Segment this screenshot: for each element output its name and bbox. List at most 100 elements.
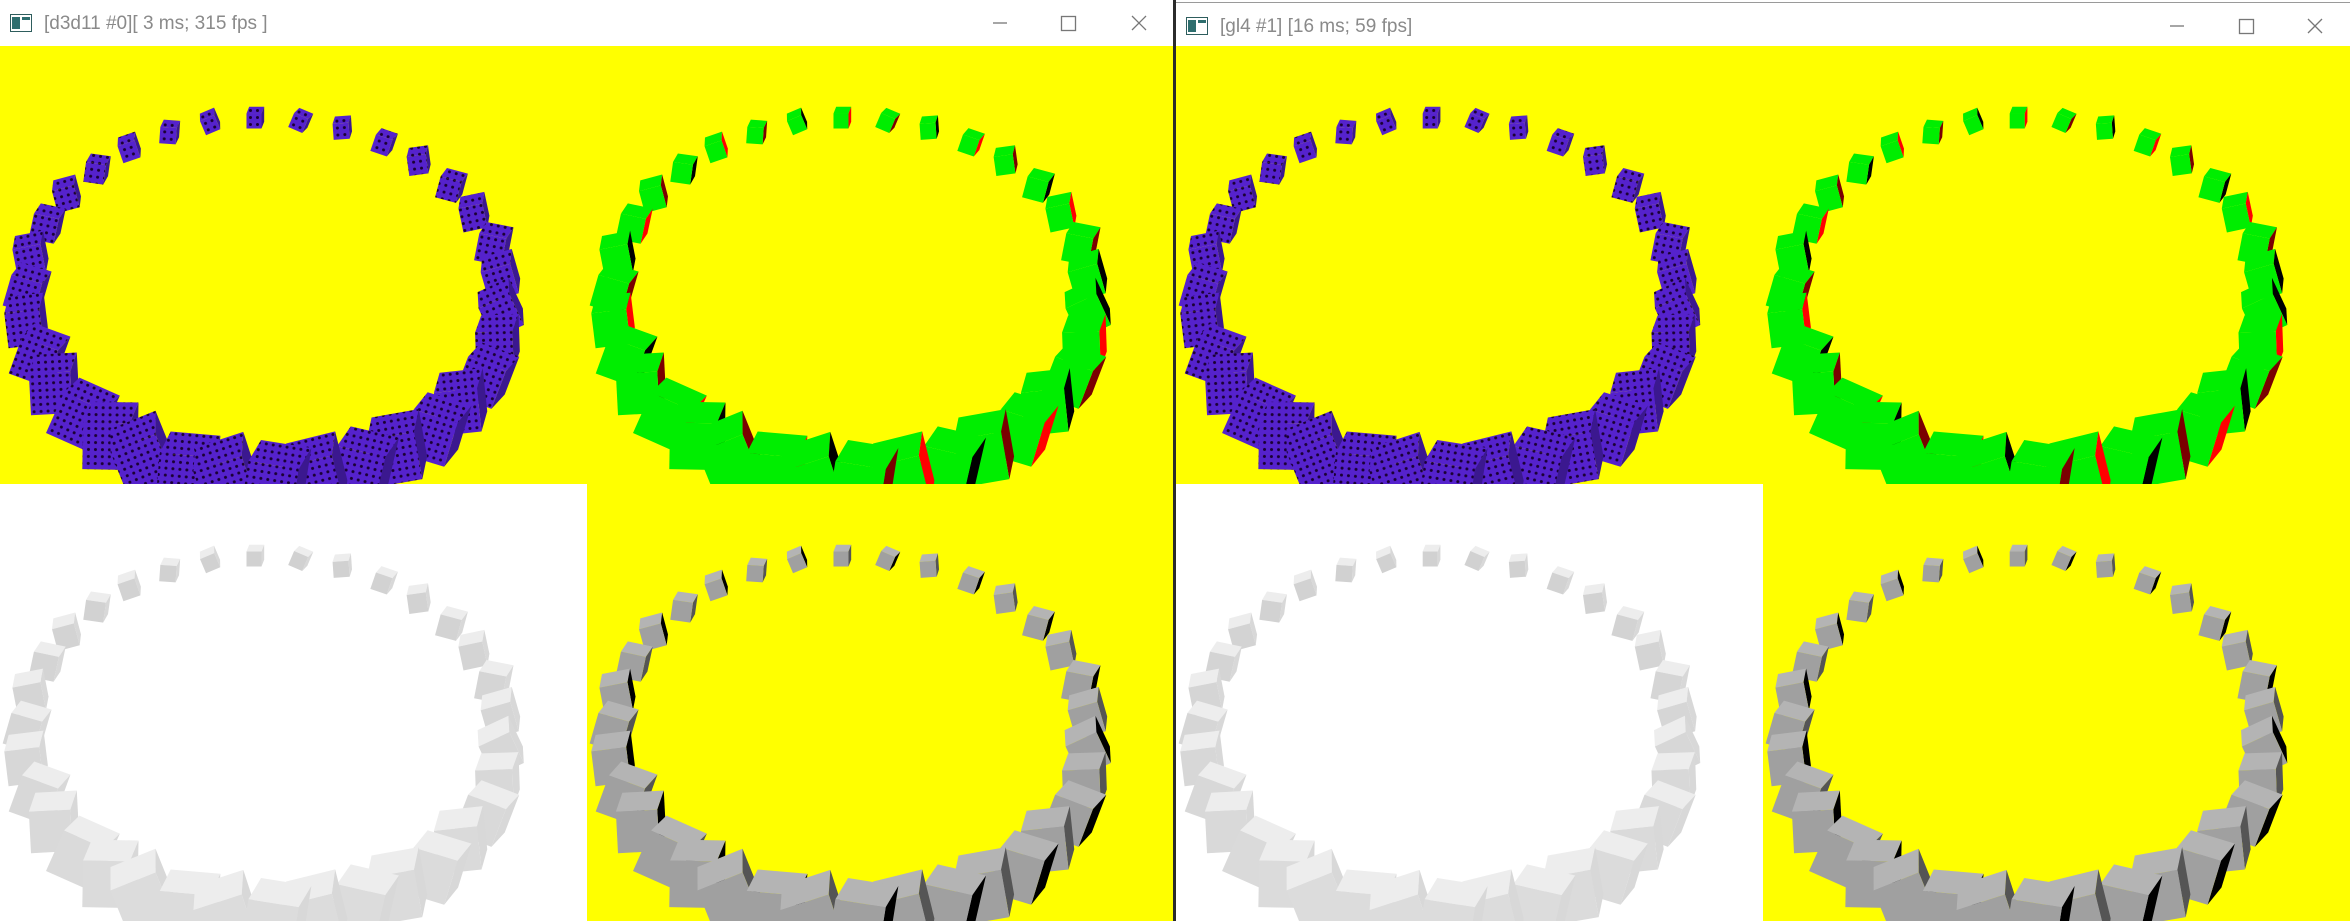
cube-mark: [1546, 565, 1575, 595]
cube-mark: [288, 107, 314, 133]
cube-mark: [832, 106, 851, 129]
window-d3d11: [d3d11 #0][ 3 ms; 315 fps ]: [0, 0, 1173, 921]
cube-mark: [1880, 131, 1904, 164]
faint-ring: [1178, 544, 1701, 921]
cube-mark: [1376, 107, 1397, 136]
cube-mark: [874, 545, 900, 571]
cube-mark: [1922, 119, 1944, 145]
cube-mark: [2009, 544, 2028, 567]
maximize-button[interactable]: [1050, 8, 1086, 38]
viewport-color-shaded: [586, 46, 1173, 484]
cube-mark: [1422, 544, 1441, 567]
close-icon: [1131, 15, 1147, 31]
cube-mark: [332, 552, 353, 578]
terminal-app-icon: [10, 14, 32, 32]
cube-mark: [1259, 153, 1287, 185]
cube-mark: [745, 557, 767, 582]
minimize-icon: [993, 22, 1007, 24]
cube-mark: [1293, 569, 1317, 601]
cube-mark: [2095, 552, 2116, 578]
textured-ring: [2, 106, 524, 484]
cube-mark: [1259, 590, 1287, 623]
viewport-gray-shaded: [586, 483, 1173, 921]
viewport-faint: [1176, 483, 1763, 921]
gray-shaded-ring: [589, 544, 1111, 921]
cube-mark: [2133, 128, 2162, 157]
cube-mark: [1922, 557, 1944, 582]
cube-mark: [1880, 569, 1904, 601]
cube-mark: [1508, 115, 1529, 140]
viewport-faint: [0, 483, 587, 921]
cube-mark: [993, 582, 1018, 614]
cube-mark: [1963, 107, 1984, 136]
cube-mark: [1846, 590, 1874, 623]
window-gl4: [gl4 #1] [16 ms; 59 fps]: [1176, 0, 2350, 921]
maximize-button[interactable]: [2228, 11, 2264, 41]
cube-mark: [1335, 557, 1357, 582]
cube-mark: [2169, 145, 2195, 177]
cube-mark: [669, 590, 698, 623]
close-button[interactable]: [1121, 8, 1157, 38]
minimize-icon: [2170, 25, 2184, 27]
cube-mark: [1546, 128, 1575, 157]
cube-mark: [1293, 131, 1317, 164]
window-title: [gl4 #1] [16 ms; 59 fps]: [1220, 16, 1413, 37]
cube-mark: [2009, 106, 2028, 129]
minimize-button[interactable]: [982, 8, 1018, 38]
color-shaded-ring: [589, 106, 1111, 484]
cube-mark: [159, 119, 181, 145]
cube-mark: [370, 565, 398, 595]
cube-mark: [117, 569, 141, 601]
viewport-color-shaded: [1763, 46, 2350, 484]
cube-mark: [956, 128, 985, 157]
cube-mark: [406, 145, 431, 177]
cube-mark: [288, 545, 314, 571]
cube-mark: [786, 107, 807, 136]
cube-mark: [832, 544, 851, 567]
cube-mark: [1376, 545, 1397, 573]
close-button[interactable]: [2297, 11, 2333, 41]
cube-mark: [199, 545, 221, 573]
cube-mark: [1582, 582, 1608, 614]
cube-mark: [2095, 115, 2116, 140]
viewport-textured: [1176, 46, 1763, 484]
cube-mark: [246, 544, 265, 567]
cube-mark: [246, 106, 265, 129]
cube-mark: [1846, 153, 1874, 185]
maximize-icon: [2238, 18, 2255, 35]
cube-mark: [919, 552, 939, 578]
cube-mark: [406, 582, 431, 614]
terminal-app-icon: [1186, 17, 1208, 35]
faint-ring: [2, 544, 524, 921]
cube-mark: [1464, 545, 1490, 571]
cube-mark: [332, 115, 353, 140]
cube-mark: [919, 115, 939, 140]
cube-mark: [83, 590, 111, 623]
cube-mark: [2051, 545, 2077, 571]
cube-mark: [745, 119, 767, 145]
cube-mark: [117, 131, 141, 164]
cube-mark: [786, 545, 807, 573]
cube-mark: [1582, 145, 1608, 177]
cube-mark: [1963, 545, 1984, 573]
title-bar[interactable]: [gl4 #1] [16 ms; 59 fps]: [1176, 2, 2350, 47]
viewport-gray-shaded: [1763, 483, 2350, 921]
cube-mark: [370, 128, 398, 157]
cube-mark: [669, 153, 698, 185]
render-client[interactable]: [0, 46, 1173, 921]
cube-mark: [1335, 119, 1357, 145]
minimize-button[interactable]: [2159, 11, 2195, 41]
cube-mark: [1422, 106, 1441, 129]
cube-mark: [2169, 582, 2195, 614]
textured-ring: [1178, 106, 1701, 484]
title-bar[interactable]: [d3d11 #0][ 3 ms; 315 fps ]: [0, 0, 1173, 46]
cube-mark: [956, 565, 985, 595]
cube-mark: [1464, 107, 1490, 133]
cube-mark: [159, 557, 181, 582]
window-title: [d3d11 #0][ 3 ms; 315 fps ]: [44, 13, 268, 34]
cube-mark: [199, 107, 221, 136]
cube-mark: [2051, 107, 2077, 133]
render-client[interactable]: [1176, 46, 2350, 921]
cube-mark: [2133, 565, 2162, 595]
cube-mark: [874, 107, 900, 133]
